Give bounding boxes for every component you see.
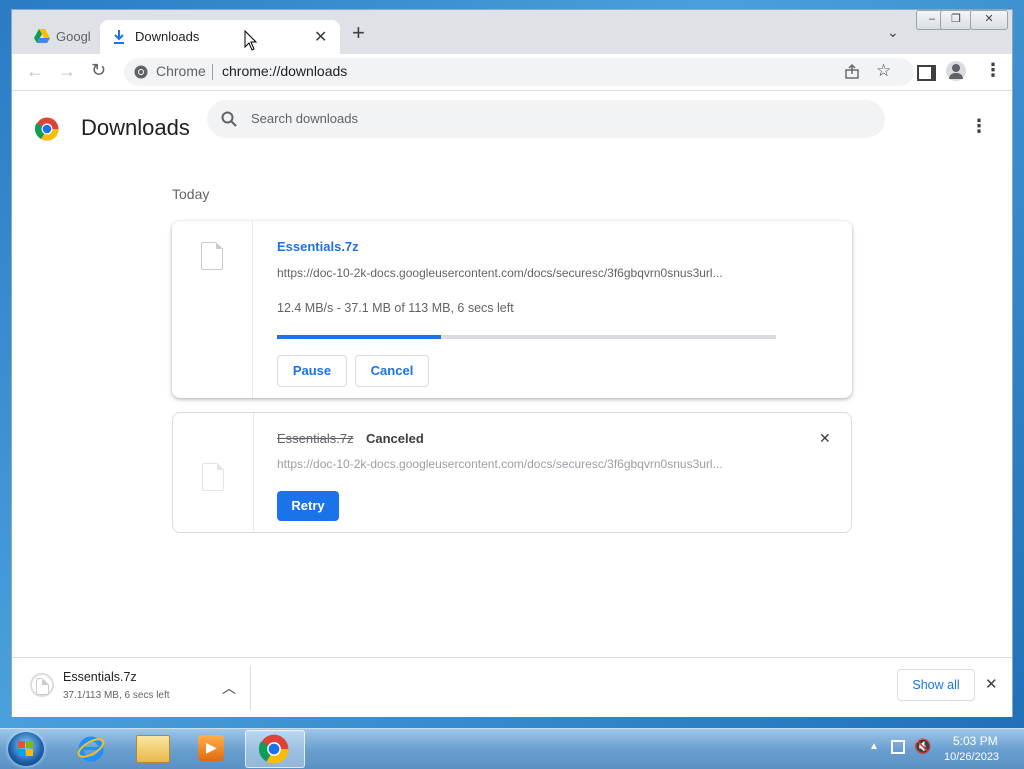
shelf-filename: Essentials.7z xyxy=(63,670,137,684)
profile-avatar[interactable] xyxy=(946,61,966,81)
omnibox[interactable]: Chrome chrome://downloads ☆ xyxy=(124,58,914,86)
network-icon[interactable] xyxy=(891,740,905,754)
section-header-today: Today xyxy=(172,186,210,202)
card-divider xyxy=(253,413,254,532)
retry-button[interactable]: Retry xyxy=(277,491,339,521)
tab-strip: Googl Downloads ✕ + ⌄ ‒ ❐ ✕ xyxy=(12,10,1012,54)
download-item-canceled: Essentials.7z Canceled ✕ https://doc-10-… xyxy=(172,412,852,533)
shelf-item[interactable]: Essentials.7z 37.1/113 MB, 6 secs left ︿ xyxy=(22,664,252,710)
chrome-logo-icon xyxy=(35,117,59,141)
browser-window: Googl Downloads ✕ + ⌄ ‒ ❐ ✕ ← → ↻ Chrome… xyxy=(12,10,1012,717)
file-url: https://doc-10-2k-docs.googleusercontent… xyxy=(277,457,723,471)
show-hidden-icons-icon[interactable]: ▲ xyxy=(869,741,879,752)
file-url[interactable]: https://doc-10-2k-docs.googleusercontent… xyxy=(277,266,777,280)
download-status: 12.4 MB/s - 37.1 MB of 113 MB, 6 secs le… xyxy=(277,301,514,315)
windows-logo-icon xyxy=(18,741,33,756)
search-downloads-field[interactable]: Search downloads xyxy=(207,100,885,138)
clock-time[interactable]: 5:03 PM xyxy=(953,734,998,748)
chrome-icon xyxy=(259,734,289,764)
chrome-taskbar-button[interactable] xyxy=(245,730,305,768)
pause-button[interactable]: Pause xyxy=(277,355,347,387)
more-actions-icon[interactable]: ⋮ xyxy=(970,116,988,137)
bookmark-star-icon[interactable]: ☆ xyxy=(876,61,891,81)
google-drive-icon xyxy=(34,29,50,43)
tab-label: Downloads xyxy=(135,29,200,44)
omnibox-separator xyxy=(212,64,213,80)
download-item-active: Essentials.7z https://doc-10-2k-docs.goo… xyxy=(172,221,852,398)
card-divider xyxy=(252,221,253,398)
page-title: Downloads xyxy=(81,115,190,140)
volume-muted-icon[interactable]: 🔇 xyxy=(914,738,931,755)
tab-google-drive[interactable]: Googl xyxy=(22,20,100,54)
chevron-up-icon[interactable]: ︿ xyxy=(222,678,236,698)
remove-item-icon[interactable]: ✕ xyxy=(819,430,831,447)
side-panel-icon[interactable] xyxy=(917,65,936,81)
download-icon xyxy=(114,30,124,44)
mouse-cursor-icon xyxy=(244,30,258,51)
chrome-site-icon xyxy=(134,65,148,79)
close-tab-icon[interactable]: ✕ xyxy=(314,27,327,47)
taskbar: ▶ ▲ 🔇 5:03 PM 10/26/2023 xyxy=(0,728,1024,769)
url-text: chrome://downloads xyxy=(222,63,348,79)
tab-search-icon[interactable]: ⌄ xyxy=(887,24,899,41)
back-icon[interactable]: ← xyxy=(26,61,44,82)
share-icon[interactable] xyxy=(844,64,860,80)
show-all-button[interactable]: Show all xyxy=(897,669,975,701)
file-icon xyxy=(201,242,223,270)
clock-date[interactable]: 10/26/2023 xyxy=(944,751,999,763)
shelf-status: 37.1/113 MB, 6 secs left xyxy=(63,690,170,701)
file-explorer-icon[interactable] xyxy=(136,735,170,763)
tab-label: Googl xyxy=(56,29,91,44)
new-tab-icon[interactable]: + xyxy=(352,22,365,44)
file-icon xyxy=(36,678,49,695)
internet-explorer-icon[interactable] xyxy=(76,733,106,763)
shelf-separator xyxy=(250,666,251,710)
cancel-button[interactable]: Cancel xyxy=(355,355,429,387)
restore-button[interactable]: ❐ xyxy=(940,10,972,30)
forward-icon[interactable]: → xyxy=(58,61,76,82)
close-window-button[interactable]: ✕ xyxy=(970,10,1008,30)
progress-bar xyxy=(277,335,776,339)
search-placeholder: Search downloads xyxy=(251,111,358,126)
tab-downloads[interactable]: Downloads ✕ xyxy=(100,20,340,54)
toolbar: ← → ↻ Chrome chrome://downloads ☆ ⋮ xyxy=(12,54,1012,91)
reload-icon[interactable]: ↻ xyxy=(91,60,106,81)
chrome-menu-icon[interactable]: ⋮ xyxy=(984,60,1002,81)
search-icon xyxy=(221,111,237,127)
file-name-link[interactable]: Essentials.7z xyxy=(277,239,359,254)
file-name: Essentials.7z xyxy=(277,431,354,446)
start-button[interactable] xyxy=(8,732,44,766)
file-icon xyxy=(202,463,224,491)
downloads-page: Downloads Search downloads ⋮ Today Essen… xyxy=(12,91,1012,657)
close-shelf-icon[interactable]: ✕ xyxy=(985,675,998,693)
download-shelf: Essentials.7z 37.1/113 MB, 6 secs left ︿… xyxy=(12,657,1012,717)
progress-fill xyxy=(277,335,441,339)
site-label: Chrome xyxy=(156,63,206,79)
media-player-icon[interactable]: ▶ xyxy=(198,735,224,761)
download-state: Canceled xyxy=(366,431,424,446)
